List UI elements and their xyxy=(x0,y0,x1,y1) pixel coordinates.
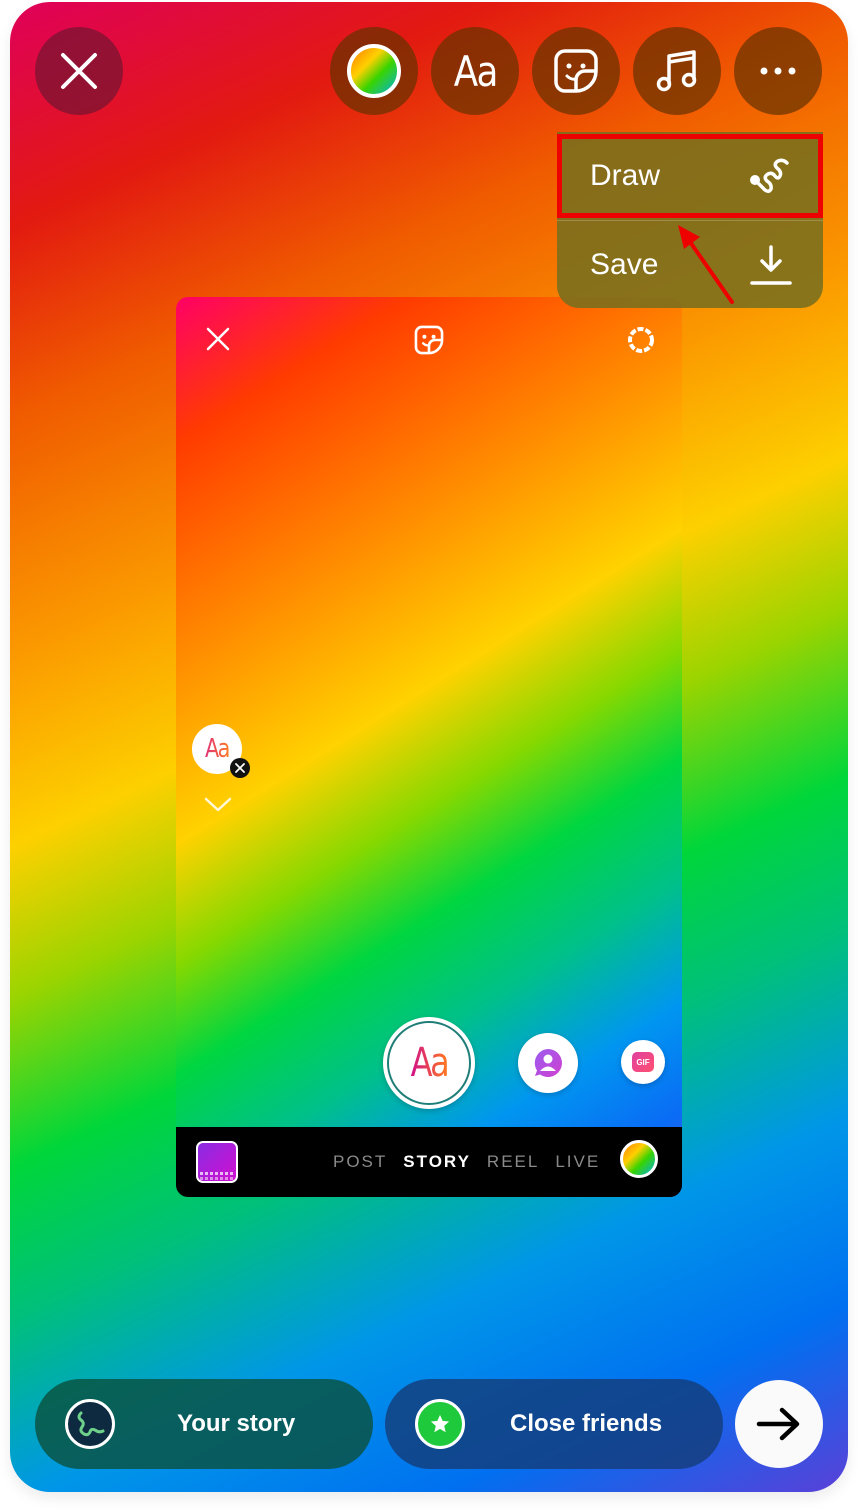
mode-story[interactable]: STORY xyxy=(403,1152,471,1172)
text-tool-label: Aa xyxy=(453,46,499,96)
music-note-icon xyxy=(656,50,697,92)
create-text-label: Aa xyxy=(410,1040,450,1086)
your-story-avatar xyxy=(65,1399,115,1449)
gear-icon xyxy=(628,327,654,353)
star-icon xyxy=(430,1414,450,1433)
text-sticker[interactable]: Aa xyxy=(192,724,250,778)
music-button[interactable] xyxy=(633,27,721,115)
close-friends-label: Close friends xyxy=(510,1410,663,1437)
preview-sticker-button[interactable] xyxy=(413,324,445,356)
squiggle-avatar-icon xyxy=(77,1411,105,1437)
share-your-story-button[interactable]: Your story xyxy=(35,1379,373,1469)
close-icon xyxy=(235,763,245,773)
more-button[interactable] xyxy=(734,27,822,115)
gif-button[interactable]: GIF xyxy=(621,1040,665,1084)
menu-item-draw-label: Draw xyxy=(590,159,661,192)
sticker-icon xyxy=(554,49,598,93)
close-icon xyxy=(206,327,230,351)
rainbow-circle-icon xyxy=(347,44,401,98)
gif-icon: GIF xyxy=(632,1052,654,1072)
menu-item-draw[interactable]: Draw xyxy=(557,132,823,220)
mode-live[interactable]: LIVE xyxy=(555,1152,600,1172)
close-friends-badge xyxy=(415,1399,465,1449)
text-sticker-label: Aa xyxy=(205,734,230,764)
effects-button[interactable] xyxy=(620,1140,658,1178)
your-story-label: Your story xyxy=(177,1410,296,1437)
text-tool-button[interactable]: Aa xyxy=(431,27,519,115)
close-icon xyxy=(61,53,97,89)
squiggle-draw-icon xyxy=(750,158,789,194)
mode-post[interactable]: POST xyxy=(333,1152,387,1172)
chevron-down-icon xyxy=(204,797,232,812)
annotation-arrow-icon xyxy=(678,225,734,304)
expand-button[interactable] xyxy=(203,796,233,816)
arrow-right-icon xyxy=(756,1407,800,1441)
mention-person-icon xyxy=(534,1049,562,1077)
story-camera-preview: Aa Aa GIF POST STORY REEL LIVE xyxy=(176,297,682,1197)
create-text-button[interactable]: Aa xyxy=(383,1017,475,1109)
mode-reel[interactable]: REEL xyxy=(487,1152,539,1172)
preview-close-button[interactable] xyxy=(204,325,232,353)
more-icon xyxy=(760,67,796,75)
sticker-icon xyxy=(414,325,444,355)
menu-item-save-label: Save xyxy=(590,247,659,281)
mention-button[interactable] xyxy=(518,1033,578,1093)
mode-selector: POST STORY REEL LIVE xyxy=(333,1127,616,1197)
sticker-button[interactable] xyxy=(532,27,620,115)
color-picker-button[interactable] xyxy=(330,27,418,115)
story-editor-screen: Aa Aa Aa GIF POST STORY REEL LIVE Draw S… xyxy=(10,2,848,1492)
remove-sticker-button[interactable] xyxy=(230,758,250,778)
gallery-thumbnail[interactable] xyxy=(196,1141,238,1183)
preview-settings-button[interactable] xyxy=(624,323,658,357)
next-button[interactable] xyxy=(735,1380,823,1468)
camera-mode-bar: POST STORY REEL LIVE xyxy=(176,1127,682,1197)
close-button[interactable] xyxy=(35,27,123,115)
share-close-friends-button[interactable]: Close friends xyxy=(385,1379,723,1469)
